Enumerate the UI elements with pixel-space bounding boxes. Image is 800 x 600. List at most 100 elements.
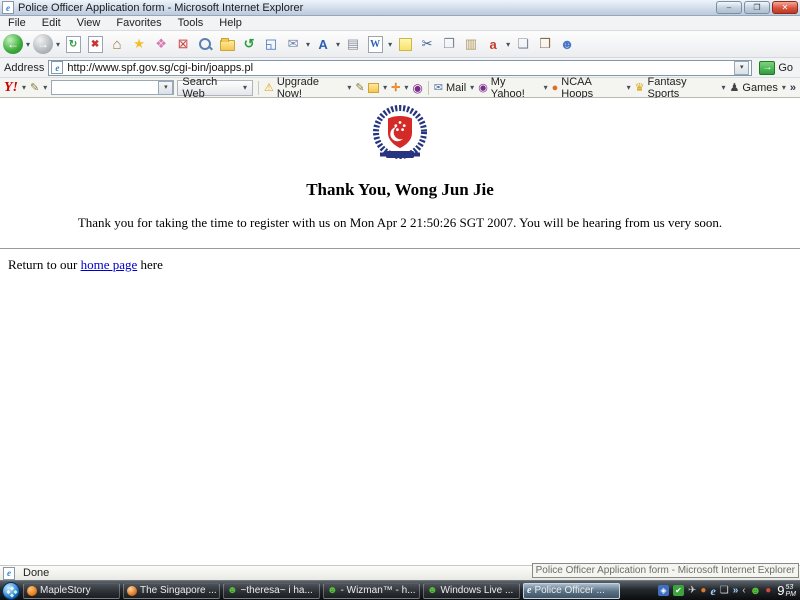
task-label: ~theresa~ i ha...: [240, 585, 313, 596]
task-label: Windows Live ...: [440, 585, 514, 596]
yahoo-search-input[interactable]: [52, 81, 159, 94]
preview-button[interactable]: ❏: [513, 32, 533, 56]
return-suffix: here: [137, 257, 163, 272]
plus-dropdown[interactable]: ▾: [404, 83, 408, 92]
yahoo-logo-dropdown[interactable]: ▾: [22, 83, 26, 92]
notepad-dropdown[interactable]: ▾: [383, 83, 387, 92]
edit-pencil-icon[interactable]: ✎: [355, 81, 364, 94]
fantasy-dropdown[interactable]: ▾: [722, 83, 726, 92]
paste-button[interactable]: ▥: [461, 32, 481, 56]
ncaa-hoops-link[interactable]: NCAA Hoops: [561, 76, 622, 100]
translate-dropdown[interactable]: ▾: [506, 40, 510, 49]
menu-help[interactable]: Help: [211, 17, 250, 29]
back-button[interactable]: ←: [3, 32, 23, 56]
my-yahoo-link[interactable]: My Yahoo!: [491, 76, 540, 100]
print-button[interactable]: ▤: [343, 32, 363, 56]
task-windows-live[interactable]: ☻ Windows Live ...: [423, 582, 520, 599]
title-bar[interactable]: e Police Officer Application form - Micr…: [0, 0, 800, 16]
yahoo-apps-icon[interactable]: ◉: [412, 81, 422, 95]
yahoo-logo[interactable]: Y!: [4, 80, 18, 96]
warning-icon: ⚠: [263, 82, 274, 94]
basketball-icon: ●: [551, 81, 559, 94]
plus-icon[interactable]: ✛: [391, 81, 400, 94]
tray-overflow-chevron[interactable]: »: [733, 585, 739, 596]
search-web-button[interactable]: Search Web ▾: [177, 76, 253, 100]
tray-collapse-arrow[interactable]: ‹: [742, 585, 745, 596]
fantasy-sports-link[interactable]: Fantasy Sports: [648, 76, 718, 100]
home-button[interactable]: ⌂: [107, 32, 127, 56]
back-dropdown[interactable]: ▾: [26, 40, 30, 49]
my-yahoo-dropdown[interactable]: ▾: [544, 83, 548, 92]
minimize-button[interactable]: –: [716, 1, 742, 14]
pencil-dropdown[interactable]: ▾: [43, 83, 47, 92]
joystick-icon: ♟: [729, 82, 740, 94]
stop-button[interactable]: ✖: [85, 32, 105, 56]
fullscreen-button[interactable]: ◱: [261, 32, 281, 56]
pencil-icon[interactable]: ✎: [30, 81, 39, 94]
messenger-button[interactable]: ☻: [557, 32, 577, 56]
favorites-button[interactable]: ★: [129, 32, 149, 56]
restore-button[interactable]: ❐: [744, 1, 770, 14]
trophy-icon: ♛: [634, 82, 645, 94]
mail-dropdown[interactable]: ▾: [470, 83, 474, 92]
start-button[interactable]: [2, 581, 20, 600]
forward-button[interactable]: →: [33, 32, 54, 56]
edit-dropdown[interactable]: ▾: [388, 40, 392, 49]
taskbar-tooltip: Police Officer Application form - Micros…: [531, 563, 799, 578]
menu-edit[interactable]: Edit: [34, 17, 69, 29]
tray-firefox-icon[interactable]: ●: [700, 585, 706, 596]
mail-button[interactable]: ✉: [283, 32, 303, 56]
menu-favorites[interactable]: Favorites: [108, 17, 169, 29]
tray-security-shield-icon[interactable]: ✔: [673, 585, 684, 596]
home-page-link[interactable]: home page: [81, 257, 138, 272]
games-dropdown[interactable]: ▾: [782, 83, 786, 92]
task-the-singapore[interactable]: The Singapore ...: [123, 582, 220, 599]
clock-period: PM: [785, 590, 797, 598]
task-police-officer[interactable]: e Police Officer ...: [523, 582, 620, 599]
history-button[interactable]: ↺: [239, 32, 259, 56]
tray-messenger-icon[interactable]: ☻: [750, 585, 762, 596]
tray-document-icon[interactable]: ❏: [720, 585, 729, 596]
task-wizman[interactable]: ☻ - Wizman™ - h...: [323, 582, 420, 599]
tray-red-icon[interactable]: ●: [765, 585, 771, 596]
note-icon: [398, 37, 412, 51]
notepad-icon[interactable]: [367, 82, 380, 93]
task-theresa[interactable]: ☻ ~theresa~ i ha...: [223, 582, 320, 599]
task-maplestory[interactable]: MapleStory: [23, 582, 120, 599]
tray-airplane-icon[interactable]: ✈: [688, 585, 696, 596]
remove-page-button[interactable]: ⊠: [173, 32, 193, 56]
menu-file[interactable]: File: [0, 17, 34, 29]
folders-button[interactable]: [217, 32, 237, 56]
add-page-button[interactable]: ❖: [151, 32, 171, 56]
address-input[interactable]: [67, 61, 735, 74]
forward-dropdown[interactable]: ▾: [56, 40, 60, 49]
games-link[interactable]: Games: [742, 82, 777, 94]
search-button[interactable]: [195, 32, 215, 56]
menu-view[interactable]: View: [69, 17, 109, 29]
yahoo-mail-link[interactable]: Mail: [446, 82, 466, 94]
tray-app-blue-icon[interactable]: ◈: [658, 585, 669, 596]
back-icon: ←: [3, 34, 23, 54]
research-button[interactable]: ❒: [535, 32, 555, 56]
upgrade-now-link[interactable]: Upgrade Now!: [277, 76, 344, 100]
font-size-button[interactable]: A: [313, 32, 333, 56]
copy-button[interactable]: ❐: [439, 32, 459, 56]
go-button[interactable]: → Go: [756, 60, 796, 75]
upgrade-dropdown[interactable]: ▾: [347, 83, 351, 92]
translate-button[interactable]: a: [483, 32, 503, 56]
yahoo-search-dropdown[interactable]: ▾: [158, 80, 174, 95]
address-input-box: e ▾: [48, 59, 753, 76]
refresh-button[interactable]: ↻: [63, 32, 83, 56]
edit-word-button[interactable]: W: [365, 32, 385, 56]
notes-button[interactable]: [395, 32, 415, 56]
cut-button[interactable]: ✂: [417, 32, 437, 56]
ncaa-dropdown[interactable]: ▾: [627, 83, 631, 92]
taskbar-clock[interactable]: 9 53 PM: [777, 583, 796, 598]
mail-dropdown[interactable]: ▾: [306, 40, 310, 49]
toolbar-overflow-chevron[interactable]: »: [790, 82, 796, 94]
menu-tools[interactable]: Tools: [170, 17, 212, 29]
tray-internet-explorer-icon[interactable]: e: [710, 585, 715, 597]
font-size-dropdown[interactable]: ▾: [336, 40, 340, 49]
close-button[interactable]: ✕: [772, 1, 798, 14]
address-dropdown[interactable]: ▾: [734, 60, 750, 75]
